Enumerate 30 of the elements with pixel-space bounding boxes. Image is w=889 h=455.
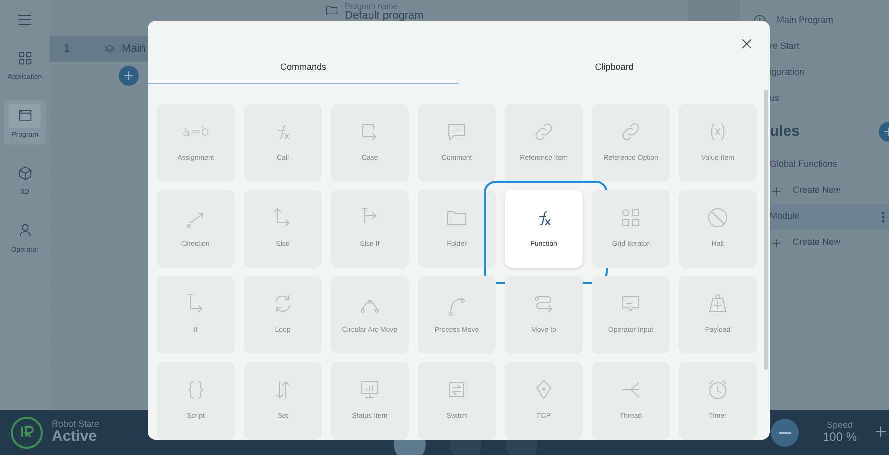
add-button[interactable] (119, 66, 139, 86)
cube-icon (16, 164, 34, 182)
robot-state: Active (52, 429, 98, 446)
program-name: Default program (345, 11, 424, 22)
scrollbar[interactable] (764, 90, 768, 370)
kebab-icon[interactable] (882, 212, 885, 222)
tab[interactable]: Clipboard (459, 55, 770, 84)
layers-icon (104, 43, 116, 55)
section-heading-text: ules (770, 122, 800, 142)
speed-value: 100 % (822, 430, 857, 444)
item-label: Module (770, 210, 800, 224)
logo-icon (10, 416, 44, 450)
row-name: Main (122, 42, 146, 57)
decrease-speed-button[interactable] (770, 418, 799, 446)
speed-label: Speed (826, 421, 853, 431)
grid-icon (16, 50, 34, 66)
prohibited-icon (706, 206, 730, 230)
item-label: Create New (793, 236, 841, 250)
close-icon (740, 37, 754, 51)
window-icon (16, 107, 34, 124)
plus-icon (770, 236, 783, 250)
item-label: Main Program (777, 14, 834, 28)
plus-icon (770, 184, 783, 198)
minus-icon (778, 432, 791, 434)
plus-icon (122, 69, 136, 83)
item-label: Create New (793, 184, 841, 198)
folder-icon (325, 3, 339, 17)
tab[interactable]: Commands (148, 55, 459, 84)
row-number: 1 (64, 42, 72, 57)
robot-state-label: Robot State (52, 420, 100, 430)
